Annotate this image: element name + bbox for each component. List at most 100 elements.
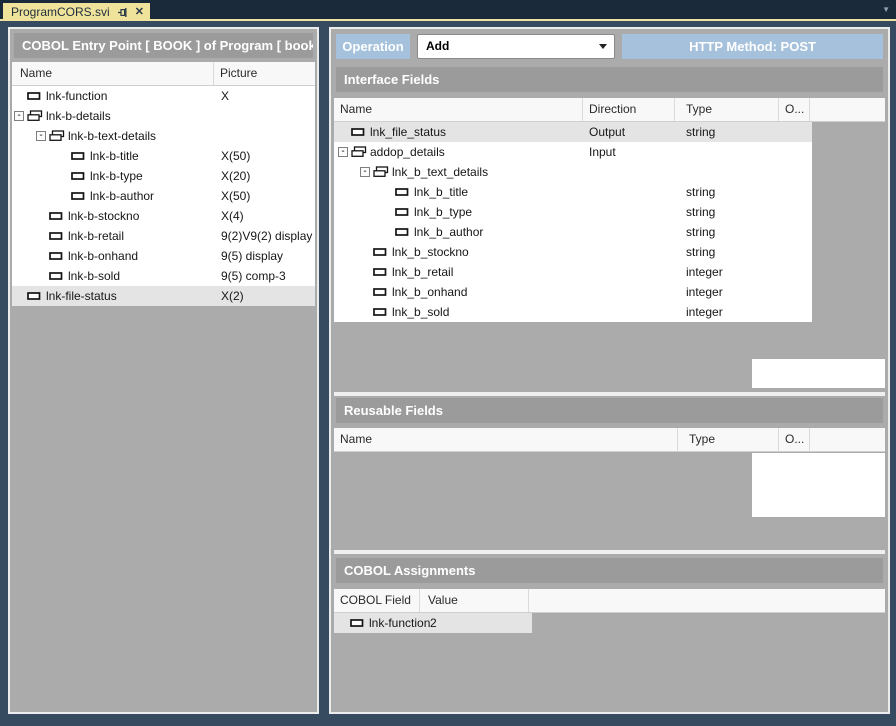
row-name-label: lnk-b-title bbox=[90, 146, 139, 166]
row-name-label: lnk-b-type bbox=[90, 166, 143, 186]
tree-row-lnk_b_author[interactable]: lnk_b_authorstring bbox=[334, 222, 812, 242]
tree-expander-icon[interactable]: - bbox=[338, 147, 348, 157]
row-name-label: lnk_file_status bbox=[370, 122, 446, 142]
http-method-label: HTTP Method: POST bbox=[622, 34, 883, 59]
tree-row-lnk-b-retail[interactable]: lnk-b-retail9(2)V9(2) display bbox=[12, 226, 315, 246]
column-header-name[interactable]: Name bbox=[12, 62, 214, 85]
tree-row-lnk-b-stockno[interactable]: lnk-b-stockno X(4) bbox=[12, 206, 315, 226]
row-type-value: string bbox=[686, 222, 715, 242]
row-picture-value: 9(5) display bbox=[221, 246, 283, 266]
field-icon bbox=[351, 126, 365, 140]
field-icon bbox=[71, 190, 85, 204]
tree-row-lnk-function[interactable]: lnk-function2 bbox=[334, 613, 532, 633]
row-picture-value: X(50) bbox=[221, 146, 250, 166]
row-name-label: lnk-b-stockno bbox=[68, 206, 139, 226]
tab-list-dropdown-icon[interactable]: ▼ bbox=[882, 6, 890, 14]
close-icon[interactable]: ✕ bbox=[135, 7, 144, 18]
tree-row-lnk_b_type[interactable]: lnk_b_typestring bbox=[334, 202, 812, 222]
row-name-label: lnk_b_type bbox=[414, 202, 472, 222]
row-name-label: lnk-b-sold bbox=[68, 266, 120, 286]
row-name-label: lnk-function bbox=[46, 86, 107, 106]
column-header-filler bbox=[529, 589, 885, 612]
field-icon bbox=[373, 266, 387, 280]
column-header-cobol-field[interactable]: COBOL Field bbox=[334, 589, 420, 612]
operation-panel: Operation Add HTTP Method: POST Interfac… bbox=[329, 27, 890, 714]
interface-grid-header: Name Direction Type O... bbox=[334, 98, 885, 122]
tree-row-lnk_b_text_details[interactable]: -lnk_b_text_details bbox=[334, 162, 812, 182]
tab-programcors[interactable]: ProgramCORS.svi ✕ bbox=[3, 3, 150, 21]
field-icon bbox=[27, 90, 41, 104]
row-name-label: lnk-b-details bbox=[46, 106, 111, 126]
column-header-direction[interactable]: Direction bbox=[583, 98, 675, 121]
row-picture-value: X bbox=[221, 86, 229, 106]
field-icon bbox=[350, 617, 364, 631]
tree-row-lnk_file_status[interactable]: lnk_file_statusOutputstring bbox=[334, 122, 812, 142]
row-name-label: lnk-file-status bbox=[46, 286, 117, 306]
reusable-fields-title: Reusable Fields bbox=[336, 398, 883, 423]
interface-fields-tree: lnk_file_statusOutputstring-addop_detail… bbox=[334, 122, 812, 322]
reusable-fields-section: Reusable Fields Name Type O... bbox=[334, 396, 885, 550]
row-type-value: string bbox=[686, 182, 715, 202]
row-picture-value: X(20) bbox=[221, 166, 250, 186]
pin-icon[interactable] bbox=[117, 7, 128, 18]
row-type-value: integer bbox=[686, 302, 723, 322]
group-icon bbox=[351, 146, 367, 161]
row-name-label: lnk-b-author bbox=[90, 186, 154, 206]
column-header-occurs[interactable]: O... bbox=[779, 428, 810, 451]
row-name-label: lnk-b-onhand bbox=[68, 246, 138, 266]
tree-row-lnk-b-type[interactable]: lnk-b-type X(20) bbox=[12, 166, 315, 186]
field-icon bbox=[373, 306, 387, 320]
tree-row-lnk-b-text-details[interactable]: - lnk-b-text-details bbox=[12, 126, 315, 146]
column-header-value[interactable]: Value bbox=[420, 589, 529, 612]
tree-row-lnk_b_retail[interactable]: lnk_b_retail integer bbox=[334, 262, 812, 282]
column-header-name[interactable]: Name bbox=[334, 428, 678, 451]
column-header-type[interactable]: Type bbox=[675, 98, 779, 121]
empty-area bbox=[752, 453, 885, 517]
operation-select[interactable]: Add bbox=[417, 34, 615, 59]
field-icon bbox=[49, 210, 63, 224]
tree-row-lnk-b-sold[interactable]: lnk-b-sold9(5) comp-3 bbox=[12, 266, 315, 286]
row-picture-value: X(4) bbox=[221, 206, 244, 226]
tree-row-lnk-b-onhand[interactable]: lnk-b-onhand 9(5) display bbox=[12, 246, 315, 266]
tree-row-lnk-file-status[interactable]: lnk-file-status X(2) bbox=[12, 286, 315, 306]
column-header-occurs[interactable]: O... bbox=[779, 98, 810, 121]
tree-row-lnk_b_sold[interactable]: lnk_b_soldinteger bbox=[334, 302, 812, 322]
row-name-label: lnk-b-text-details bbox=[68, 126, 156, 146]
tree-expander-icon[interactable]: - bbox=[14, 111, 24, 121]
field-icon bbox=[27, 290, 41, 304]
field-icon bbox=[49, 270, 63, 284]
empty-area bbox=[752, 359, 885, 388]
column-header-name[interactable]: Name bbox=[334, 98, 583, 121]
column-header-filler bbox=[810, 98, 885, 121]
row-name-label: addop_details bbox=[370, 142, 445, 162]
operation-toolbar: Operation Add HTTP Method: POST bbox=[336, 33, 883, 59]
row-picture-value: X(2) bbox=[221, 286, 244, 306]
field-icon bbox=[395, 206, 409, 220]
group-icon bbox=[27, 110, 43, 125]
tree-expander-icon[interactable]: - bbox=[36, 131, 46, 141]
tree-row-lnk_b_title[interactable]: lnk_b_title string bbox=[334, 182, 812, 202]
field-icon bbox=[373, 286, 387, 300]
row-name-label: lnk_b_retail bbox=[392, 262, 453, 282]
tree-row-lnk_b_stockno[interactable]: lnk_b_stocknostring bbox=[334, 242, 812, 262]
tree-row-lnk-function[interactable]: lnk-function X bbox=[12, 86, 315, 106]
row-name-label: lnk_b_title bbox=[414, 182, 468, 202]
tree-row-lnk_b_onhand[interactable]: lnk_b_onhandinteger bbox=[334, 282, 812, 302]
reusable-grid-header: Name Type O... bbox=[334, 428, 885, 452]
group-icon bbox=[49, 130, 65, 145]
row-picture-value: X(50) bbox=[221, 186, 250, 206]
column-header-type[interactable]: Type bbox=[678, 428, 779, 451]
row-direction-value: Output bbox=[589, 122, 625, 142]
interface-fields-title: Interface Fields bbox=[336, 67, 883, 92]
row-name-label: lnk-function bbox=[369, 613, 430, 633]
column-header-picture[interactable]: Picture bbox=[214, 62, 315, 85]
tree-row-lnk-b-details[interactable]: - lnk-b-details bbox=[12, 106, 315, 126]
tree-expander-icon[interactable]: - bbox=[360, 167, 370, 177]
field-icon bbox=[49, 250, 63, 264]
tree-row-lnk-b-title[interactable]: lnk-b-title X(50) bbox=[12, 146, 315, 166]
group-icon bbox=[373, 166, 389, 181]
row-value-value: 2 bbox=[430, 613, 437, 633]
row-type-value: integer bbox=[686, 262, 723, 282]
tree-row-lnk-b-author[interactable]: lnk-b-author X(50) bbox=[12, 186, 315, 206]
tree-row-addop_details[interactable]: -addop_detailsInput bbox=[334, 142, 812, 162]
